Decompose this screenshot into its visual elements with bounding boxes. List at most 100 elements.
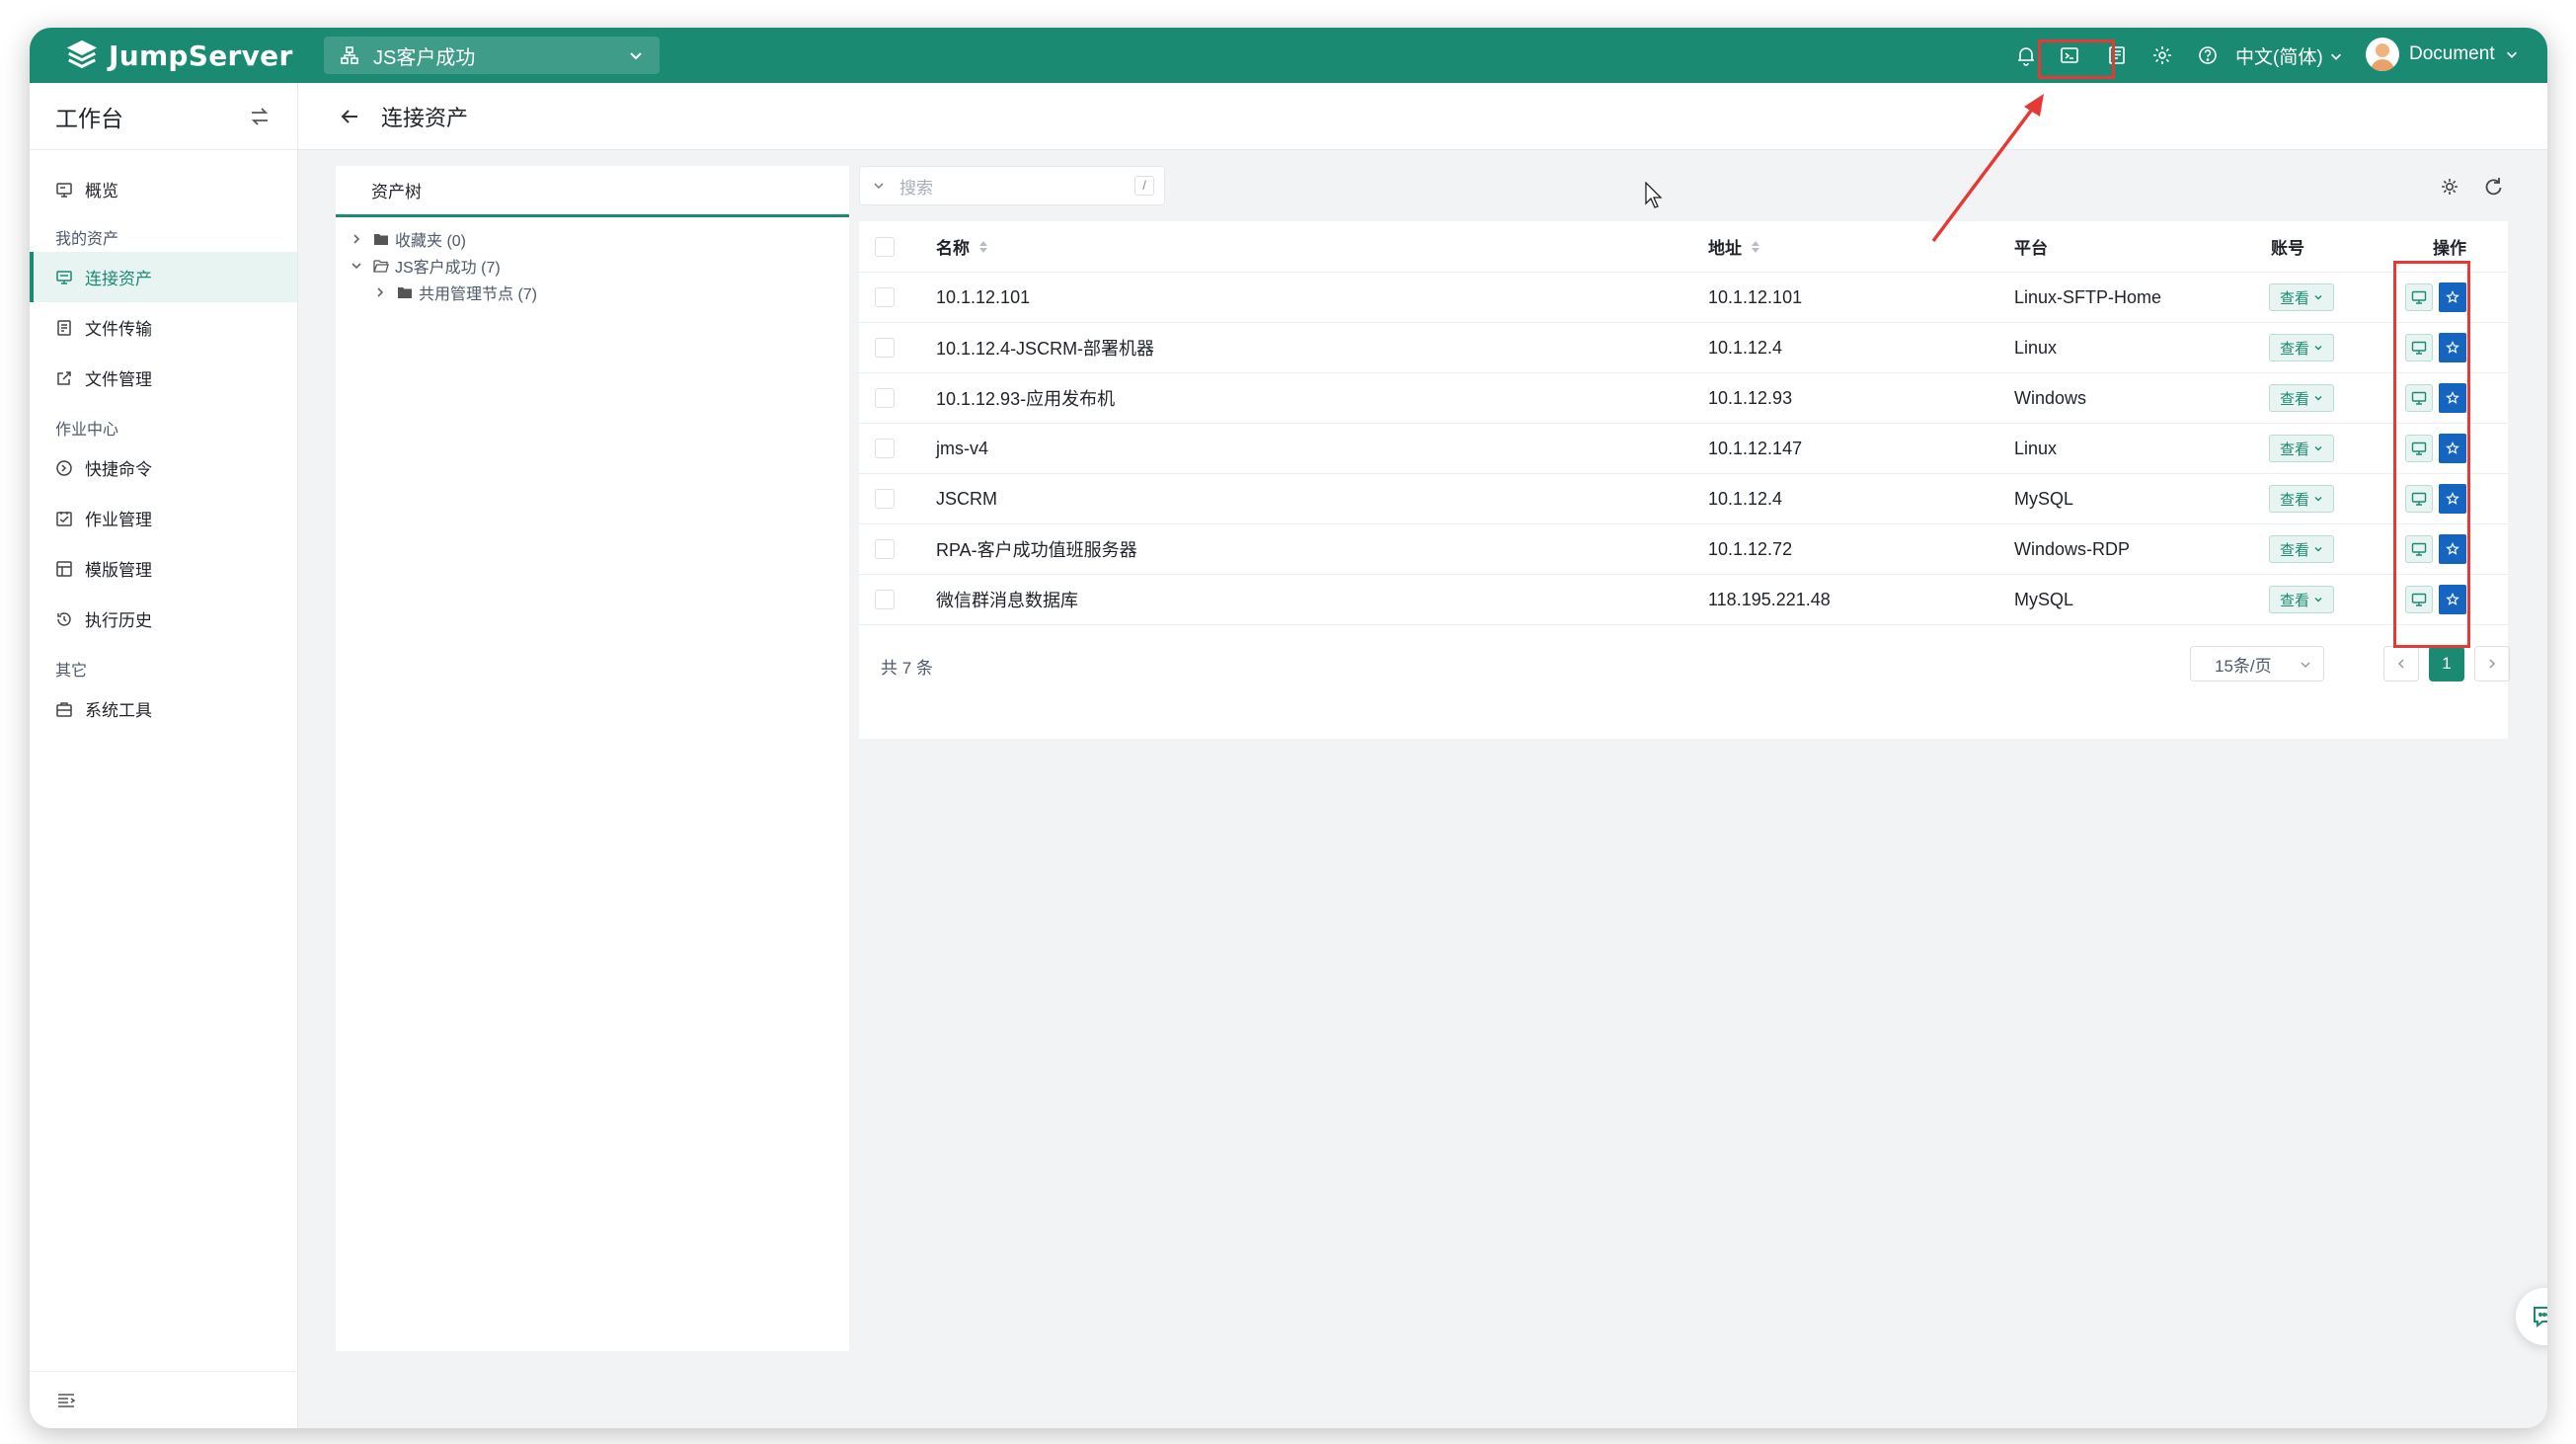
tree-node-favorites[interactable]: 收藏夹 (0) [336, 225, 849, 252]
sidebar-item-system-tools[interactable]: 系统工具 [30, 683, 297, 734]
sidebar-item-label: 文件传输 [85, 320, 152, 339]
table-row[interactable]: jms-v4 10.1.12.147 Linux 查看 [859, 424, 2508, 474]
language-select[interactable]: 中文(简体) [2235, 42, 2343, 69]
row-checkbox[interactable] [875, 273, 895, 322]
view-accounts-button[interactable]: 查看 [2269, 535, 2334, 563]
sidebar-item-label: 模版管理 [85, 561, 152, 580]
asset-platform: Windows [2014, 387, 2087, 408]
sidebar-item-template-management[interactable]: 模版管理 [30, 543, 297, 594]
row-checkbox[interactable] [875, 474, 895, 523]
sidebar-item-label: 连接资产 [85, 270, 152, 288]
view-accounts-button[interactable]: 查看 [2269, 334, 2334, 361]
sidebar-header: 工作台 [30, 83, 297, 150]
table-row[interactable]: 微信群消息数据库 118.195.221.48 MySQL 查看 [859, 575, 2508, 625]
asset-name[interactable]: jms-v4 [936, 424, 988, 473]
job-icon [56, 511, 72, 526]
select-all-checkbox[interactable] [875, 221, 895, 272]
account-cell: 查看 [2269, 323, 2334, 372]
view-accounts-button[interactable]: 查看 [2269, 384, 2334, 412]
tree-node-shared-management[interactable]: 共用管理节点 (7) [336, 279, 849, 305]
column-platform: 平台 [2014, 239, 2048, 258]
sidebar-item-label: 概览 [85, 182, 118, 201]
asset-name[interactable]: 微信群消息数据库 [936, 575, 1078, 624]
table-row[interactable]: RPA-客户成功值班服务器 10.1.12.72 Windows-RDP 查看 [859, 524, 2508, 575]
asset-name[interactable]: 10.1.12.4-JSCRM-部署机器 [936, 323, 1154, 372]
logo[interactable]: JumpServer [63, 38, 293, 73]
row-checkbox[interactable] [875, 373, 895, 423]
chevron-down-icon[interactable] [872, 179, 886, 193]
user-name: Document [2409, 43, 2495, 64]
asset-name[interactable]: JSCRM [936, 474, 997, 523]
table-row[interactable]: 10.1.12.93-应用发布机 10.1.12.93 Windows 查看 [859, 373, 2508, 424]
asset-name[interactable]: 10.1.12.101 [936, 273, 1030, 322]
sidebar-item-job-management[interactable]: 作业管理 [30, 493, 297, 543]
row-checkbox[interactable] [875, 424, 895, 473]
chevron-down-icon [2314, 497, 2322, 502]
tree-node-js-customer-success[interactable]: JS客户成功 (7) [336, 252, 849, 279]
avatar [2366, 38, 2399, 71]
user-menu[interactable]: Document [2366, 38, 2519, 71]
sidebar-item-execution-history[interactable]: 执行历史 [30, 594, 297, 644]
notification-bell-icon[interactable] [2012, 41, 2040, 69]
tab-asset-tree[interactable]: 资产树 [336, 166, 849, 217]
view-accounts-button[interactable]: 查看 [2269, 485, 2334, 513]
column-address-label: 地址 [1708, 239, 1742, 258]
asset-platform: MySQL [2014, 488, 2074, 509]
row-checkbox[interactable] [875, 524, 895, 574]
command-icon [56, 459, 72, 476]
page-size-label: 15条/页 [2215, 656, 2272, 676]
sidebar-item-file-management[interactable]: 文件管理 [30, 353, 297, 403]
chevron-down-icon [2506, 51, 2517, 58]
prev-page-button[interactable] [2383, 646, 2419, 682]
table-row[interactable]: JSCRM 10.1.12.4 MySQL 查看 [859, 474, 2508, 524]
sort-icon[interactable] [1750, 239, 1761, 255]
view-accounts-label: 查看 [2279, 441, 2309, 458]
sidebar-group-my-assets: 我的资产 [55, 231, 119, 248]
account-cell: 查看 [2269, 575, 2334, 624]
sidebar-item-overview[interactable]: 概览 [30, 164, 297, 214]
page-number-button[interactable]: 1 [2429, 646, 2464, 682]
search-input[interactable]: 搜索 / [859, 166, 1165, 205]
sitemap-icon [341, 46, 358, 64]
column-address[interactable]: 地址 [1708, 221, 1761, 272]
sidebar-item-connect-assets[interactable]: 连接资产 [30, 252, 297, 302]
sidebar-item-file-transfer[interactable]: 文件传输 [30, 302, 297, 353]
row-checkbox[interactable] [875, 323, 895, 372]
table-row[interactable]: 10.1.12.101 10.1.12.101 Linux-SFTP-Home … [859, 273, 2508, 323]
terminal-highlight-box [2038, 40, 2115, 79]
settings-gear-icon[interactable] [2148, 41, 2176, 69]
next-page-button[interactable] [2474, 646, 2510, 682]
refresh-icon[interactable] [2480, 174, 2506, 200]
table-row[interactable]: 10.1.12.4-JSCRM-部署机器 10.1.12.4 Linux 查看 [859, 323, 2508, 373]
sort-icon[interactable] [977, 239, 989, 255]
table-header: 名称 地址 平台 账号 操作 [859, 221, 2508, 273]
chevron-down-icon [2314, 547, 2322, 552]
asset-name[interactable]: RPA-客户成功值班服务器 [936, 524, 1137, 574]
chevron-down-icon [2314, 598, 2322, 602]
chat-assistant-button[interactable] [2516, 1288, 2547, 1345]
page-size-select[interactable]: 15条/页 [2190, 646, 2324, 682]
sidebar-item-quick-command[interactable]: 快捷命令 [30, 442, 297, 493]
pagination-bar: 共 7 条 15条/页 1 [859, 636, 2510, 695]
table-settings-icon[interactable] [2437, 174, 2462, 200]
monitor-icon [56, 182, 72, 198]
asset-name[interactable]: 10.1.12.93-应用发布机 [936, 373, 1115, 423]
chevron-right-icon[interactable] [373, 285, 387, 299]
organization-select[interactable]: JS客户成功 [324, 37, 660, 74]
desktop-icon [56, 270, 72, 284]
chevron-right-icon[interactable] [350, 232, 363, 246]
asset-address: 118.195.221.48 [1708, 589, 1831, 609]
column-name[interactable]: 名称 [936, 221, 989, 272]
help-question-icon[interactable] [2194, 41, 2222, 69]
folder-open-icon [373, 259, 389, 273]
collapse-menu-icon[interactable] [55, 1390, 77, 1411]
sidebar-item-label: 文件管理 [85, 370, 152, 389]
view-accounts-button[interactable]: 查看 [2269, 283, 2334, 311]
view-accounts-button[interactable]: 查看 [2269, 435, 2334, 462]
switch-view-icon[interactable] [248, 105, 272, 128]
asset-platform: Linux [2014, 438, 2058, 458]
view-accounts-button[interactable]: 查看 [2269, 586, 2334, 613]
chevron-down-icon[interactable] [350, 259, 363, 273]
row-checkbox[interactable] [875, 575, 895, 624]
arrow-left-icon[interactable] [338, 105, 361, 128]
